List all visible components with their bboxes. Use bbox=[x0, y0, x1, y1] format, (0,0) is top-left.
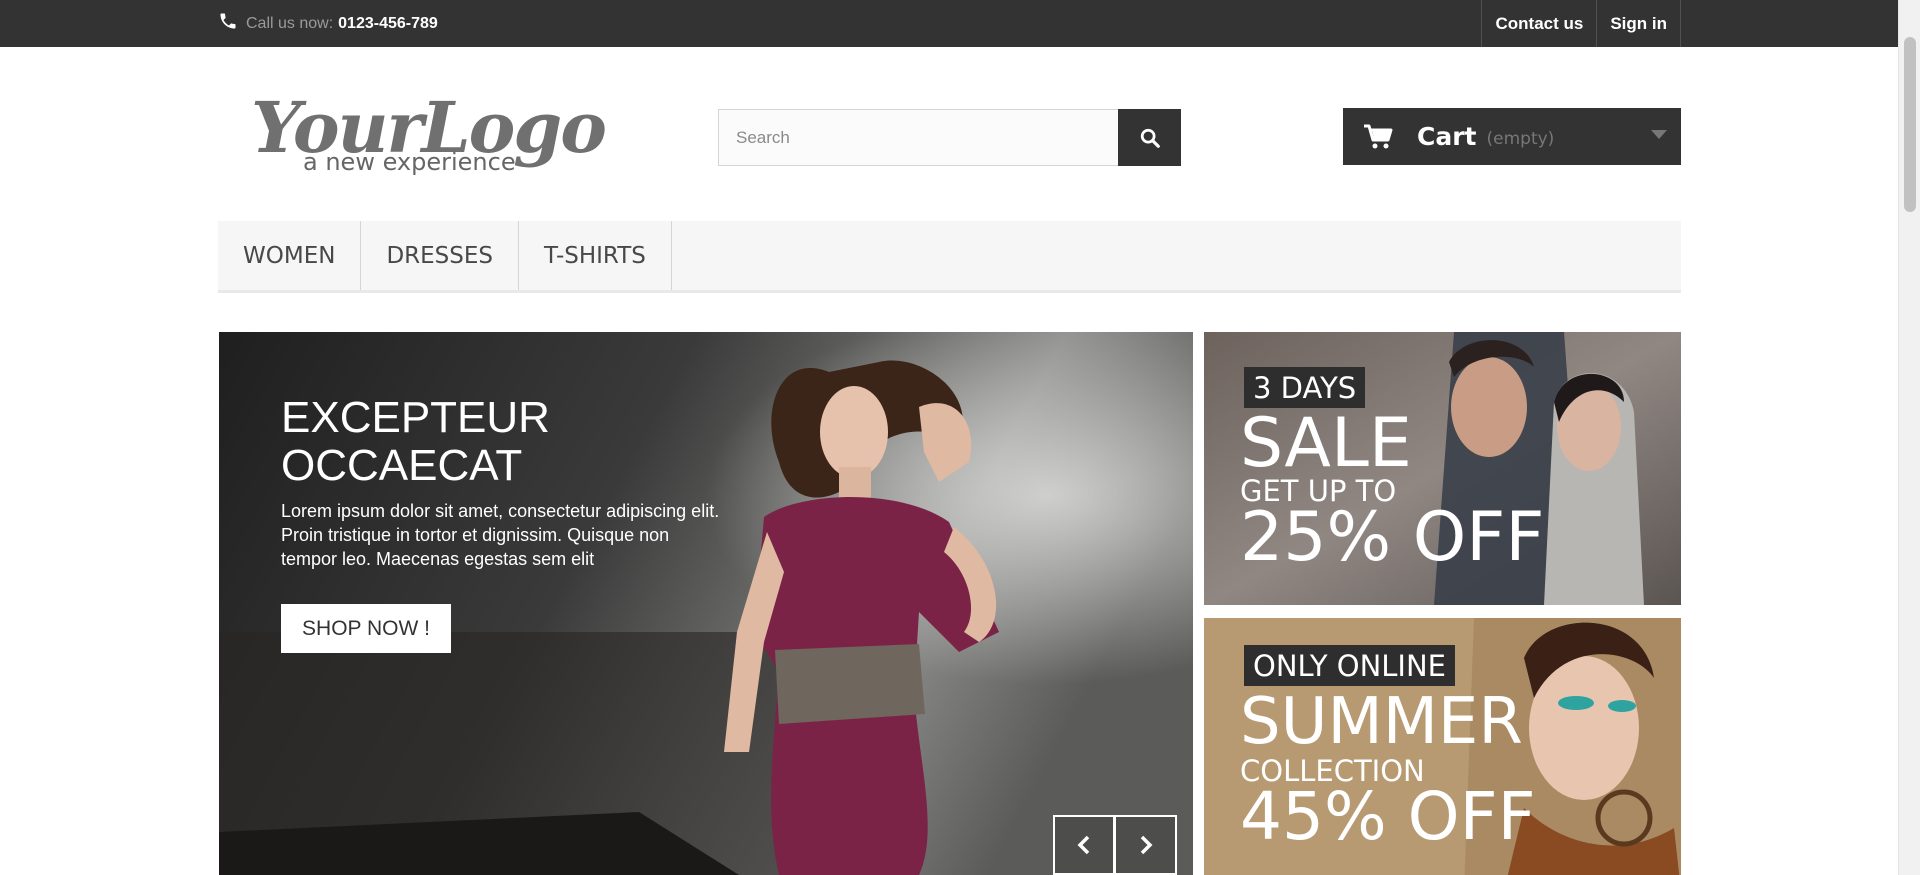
top-links: Contact us Sign in bbox=[1481, 0, 1681, 47]
search-icon bbox=[1140, 128, 1160, 148]
banner-sale-offer: 25% OFF bbox=[1240, 498, 1545, 577]
scrollbar-thumb[interactable] bbox=[1904, 37, 1916, 212]
banner-sale-tag: 3 DAYS bbox=[1244, 367, 1366, 408]
search-button[interactable] bbox=[1118, 109, 1181, 166]
banner-summer-offer: 45% OFF bbox=[1240, 778, 1536, 855]
search-input[interactable] bbox=[718, 109, 1118, 166]
banner-summer-headline: SUMMER bbox=[1240, 685, 1523, 759]
cart-label: Cart bbox=[1417, 122, 1477, 151]
shop-now-button[interactable]: SHOP NOW ! bbox=[281, 604, 451, 653]
logo-tagline: a new experience bbox=[303, 148, 516, 176]
menu-item-tshirts[interactable]: T-shirts bbox=[519, 221, 672, 290]
menu-item-dresses[interactable]: Dresses bbox=[361, 221, 519, 290]
search-bar bbox=[718, 109, 1181, 166]
contact-us-link[interactable]: Contact us bbox=[1482, 0, 1598, 47]
phone-info: Call us now: 0123-456-789 bbox=[218, 0, 438, 47]
banner-sale[interactable]: 3 DAYS SALE GET UP TO 25% OFF bbox=[1204, 332, 1681, 605]
scrollbar[interactable] bbox=[1898, 0, 1920, 875]
page: Call us now: 0123-456-789 Contact us Sig… bbox=[0, 0, 1920, 875]
slide-description: Lorem ipsum dolor sit amet, consectetur … bbox=[281, 501, 720, 569]
main-menu: Women Dresses T-shirts bbox=[218, 221, 1681, 293]
home-slider: EXCEPTEUR OCCAECAT Lorem ipsum dolor sit… bbox=[219, 332, 1193, 875]
cart-icon bbox=[1364, 124, 1393, 148]
call-us-label: Call us now: bbox=[246, 14, 334, 32]
chevron-down-icon bbox=[1651, 130, 1667, 139]
top-bar: Call us now: 0123-456-789 Contact us Sig… bbox=[0, 0, 1898, 47]
slide-title: EXCEPTEUR OCCAECAT bbox=[281, 393, 550, 490]
chevron-left-icon bbox=[1077, 835, 1090, 855]
slider-prev-button[interactable] bbox=[1053, 815, 1115, 875]
slider-next-button[interactable] bbox=[1115, 815, 1177, 875]
cart-button[interactable]: Cart (empty) bbox=[1343, 108, 1681, 165]
menu-item-women[interactable]: Women bbox=[218, 221, 362, 290]
chevron-right-icon bbox=[1140, 835, 1152, 855]
banner-summer-tag: ONLY ONLINE bbox=[1244, 645, 1456, 686]
cart-status: (empty) bbox=[1486, 128, 1555, 149]
sign-in-link[interactable]: Sign in bbox=[1597, 0, 1681, 47]
slider-nav bbox=[1053, 815, 1177, 875]
phone-icon bbox=[220, 13, 236, 28]
phone-number: 0123-456-789 bbox=[338, 14, 438, 32]
banner-summer[interactable]: ONLY ONLINE SUMMER COLLECTION 45% OFF bbox=[1204, 618, 1681, 875]
store-logo[interactable]: YourLogo a new experience bbox=[249, 70, 607, 182]
banner-sale-headline: SALE bbox=[1240, 404, 1412, 483]
